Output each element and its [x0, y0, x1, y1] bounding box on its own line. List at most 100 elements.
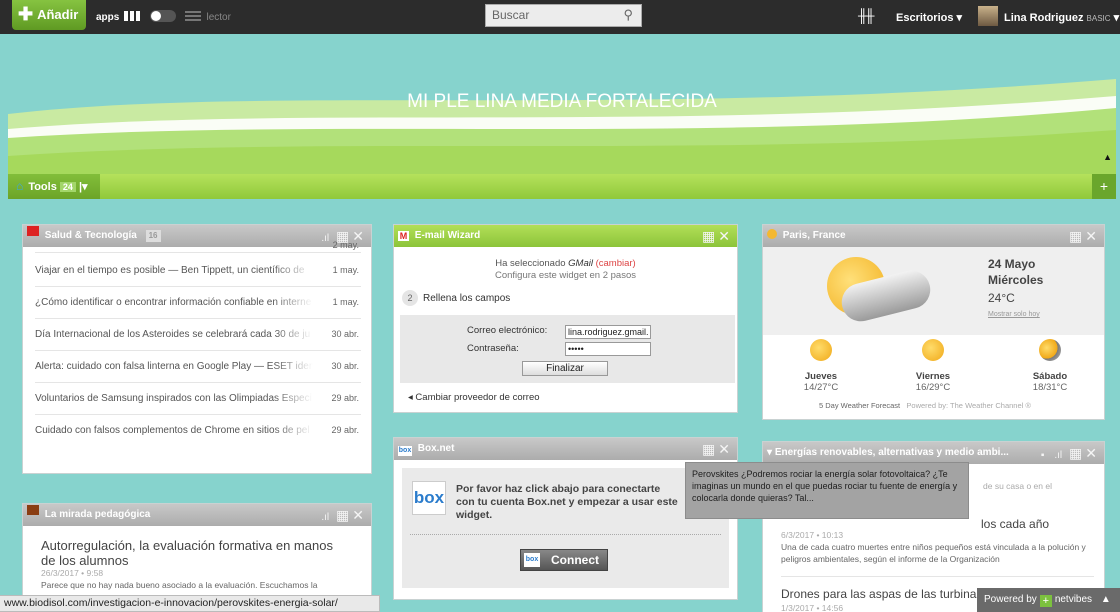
article-date: 6/3/2017 • 10:13 [781, 530, 844, 540]
email-label: Correo electrónico: [467, 325, 548, 336]
article-snippet: Una de cada cuatro muertes entre niños p… [781, 542, 1086, 564]
list-item[interactable]: 2 may. [35, 231, 361, 253]
grid-icon[interactable]: ▦ [1069, 445, 1085, 461]
collapse-banner-icon[interactable]: ▲ [1103, 152, 1112, 162]
email-field[interactable]: lina.rodriguez.gmail. [565, 325, 651, 339]
tab-count-badge: 24 [59, 182, 76, 192]
grid-icon[interactable]: ▦ [702, 441, 718, 457]
widget-controls: .ıl ▦✕ [321, 504, 367, 526]
list-view-icon[interactable] [184, 11, 201, 21]
list-item[interactable]: Cuidado con falsos complementos de Chrom… [35, 415, 361, 447]
add-button[interactable]: ✚ Añadir [12, 0, 86, 30]
widget-email-wizard: M E-mail Wizard ▦✕ Ha seleccionado GMail… [393, 224, 738, 413]
close-icon[interactable]: ✕ [1085, 228, 1100, 244]
widget-controls: ▪ .ıl ▦✕ [1041, 442, 1100, 464]
forecast-label: 5 Day Weather Forecast [819, 401, 901, 410]
box-logo: box [412, 481, 446, 515]
wizard-step: 2 Rellena los campos [402, 290, 510, 306]
widget-header[interactable]: Paris, France ▦✕ [763, 225, 1104, 247]
stats-icon[interactable]: .ıl [1054, 450, 1062, 461]
article-title[interactable]: los cada año [981, 517, 1049, 531]
widget-controls: ▦✕ [702, 438, 733, 460]
divider [410, 534, 721, 535]
collapse-footer-icon[interactable]: ▲ [1101, 594, 1111, 605]
finish-button[interactable]: Finalizar [522, 361, 608, 376]
settings-sliders-icon[interactable]: ╫╫ [858, 8, 874, 23]
current-temp: 24°C [988, 291, 1015, 305]
add-tab-button[interactable]: + [1092, 174, 1116, 199]
weather-provider: Powered by: The Weather Channel ® [906, 401, 1031, 410]
tab-menu-icon[interactable]: |▾ [79, 181, 88, 193]
user-menu[interactable]: Lina Rodriguez BASIC ▾ [978, 6, 1119, 26]
feed-icon [27, 505, 39, 515]
widget-controls: ▦✕ [1069, 225, 1100, 247]
status-bar-url: www.biodisol.com/investigacion-e-innovac… [0, 595, 380, 612]
widget-header[interactable]: ▾ Energías renovables, alternativas y me… [763, 442, 1104, 464]
email-form: Correo electrónico: lina.rodriguez.gmail… [400, 315, 735, 383]
stats-icon[interactable]: .ıl [321, 512, 329, 523]
plus-icon: ✚ [18, 4, 34, 24]
close-icon[interactable]: ✕ [718, 228, 733, 244]
list-item[interactable]: Alerta: cuidado con falsa linterna en Go… [35, 351, 361, 383]
avatar [978, 6, 998, 26]
close-icon[interactable]: ✕ [1085, 445, 1100, 461]
widget-weather: Paris, France ▦✕ 24 Mayo Miércoles 24°C M… [762, 224, 1105, 420]
search-icon[interactable]: ⚲ [623, 4, 633, 25]
brand-name: netvibes [1054, 594, 1093, 605]
close-icon[interactable]: ✕ [718, 441, 733, 457]
widget-header[interactable]: M E-mail Wizard ▦✕ [394, 225, 737, 247]
home-icon: ⌂ [16, 179, 24, 193]
gmail-icon: M [398, 231, 409, 241]
list-item[interactable]: Viajar en el tiempo es posible — Ben Tip… [35, 255, 361, 287]
sun-icon [767, 229, 777, 239]
sun-icon [922, 339, 944, 361]
divider [781, 576, 1094, 577]
password-field[interactable]: ••••• [565, 342, 651, 356]
lector-label[interactable]: lector [206, 12, 230, 23]
article-tooltip: Perovskites ¿Podremos rociar la energía … [685, 462, 969, 519]
article-title[interactable]: Autorregulación, la evaluación formativa… [41, 538, 341, 568]
change-provider-link[interactable]: (cambiar) [596, 258, 636, 269]
list-item[interactable]: Día Internacional de los Asteroides se c… [35, 319, 361, 351]
collapse-arrow-icon[interactable]: ▾ [767, 447, 772, 458]
top-bar: ✚ Añadir apps lector Buscar ⚲ ╫╫ Escritori… [0, 0, 1120, 34]
unread-icon: ▪ [1040, 450, 1048, 461]
box-icon: box [398, 446, 412, 456]
user-plan: BASIC [1086, 14, 1111, 23]
partly-cloudy-icon [1039, 339, 1061, 361]
powered-by-netvibes[interactable]: Powered by + netvibes ▲ [977, 588, 1120, 612]
box-connect-panel: box Por favor haz click abajo para conec… [402, 468, 729, 588]
apps-label: apps [96, 12, 120, 23]
forecast-day: Sábado 18/31°C [1000, 335, 1100, 393]
weather-footer: 5 Day Weather Forecast Powered by: The W… [819, 401, 1031, 410]
tab-tools[interactable]: ⌂ Tools 24 |▾ [8, 174, 100, 199]
article-snippet: Parece que no hay nada bueno asociado a … [41, 580, 318, 590]
dashboard-banner: MI PLE LINA MEDIA FORTALECIDA ▲ [8, 34, 1116, 174]
search-input[interactable]: Buscar ⚲ [485, 4, 642, 27]
view-switch[interactable]: apps lector [96, 10, 231, 23]
widget-header[interactable]: La mirada pedagógica .ıl ▦✕ [23, 504, 371, 526]
current-date: 24 Mayo Miércoles [988, 257, 1044, 287]
configure-hint: Configura este widget en 2 pasos [494, 270, 636, 281]
connect-button[interactable]: box Connect [520, 549, 608, 571]
show-today-link[interactable]: Mostrar solo hoy [988, 311, 1040, 318]
widget-header[interactable]: box Box.net ▦✕ [394, 438, 737, 460]
list-item[interactable]: Voluntarios de Samsung inspirados con la… [35, 383, 361, 415]
sun-icon [810, 339, 832, 361]
selected-provider-line: Ha seleccionado GMail (cambiar) [495, 258, 636, 269]
change-provider-link[interactable]: ◂ Cambiar proveedor de correo [408, 392, 540, 403]
grid-view-icon[interactable] [124, 11, 143, 21]
list-item[interactable]: ¿Cómo identificar o encontrar informació… [35, 287, 361, 319]
netvibes-logo-icon: + [1039, 595, 1052, 607]
article-date: 1/3/2017 • 14:56 [781, 603, 844, 612]
grid-icon[interactable]: ▦ [336, 507, 352, 523]
box-instructions: Por favor haz click abajo para conectart… [456, 483, 678, 521]
grid-icon[interactable]: ▦ [702, 228, 718, 244]
forecast-day: Viernes 16/29°C [883, 335, 983, 393]
close-icon[interactable]: ✕ [352, 507, 367, 523]
grid-icon[interactable]: ▦ [1069, 228, 1085, 244]
box-icon: box [524, 553, 540, 567]
escritorios-menu[interactable]: Escritorios ▾ [896, 11, 962, 24]
view-toggle[interactable] [149, 10, 176, 22]
forecast-day: Jueves 14/27°C [771, 335, 871, 393]
